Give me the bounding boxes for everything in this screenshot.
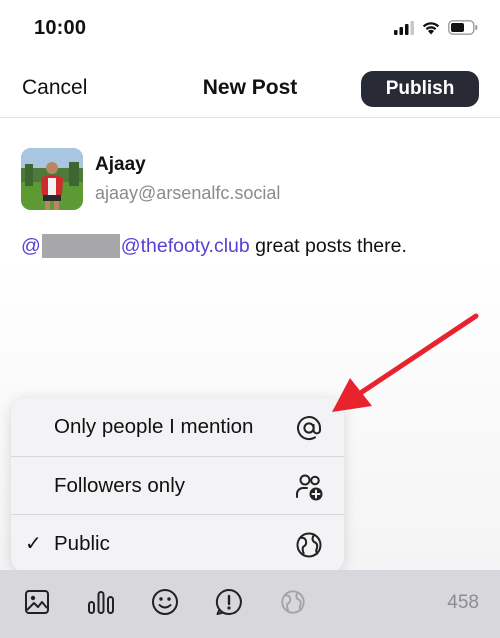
- nav-bar: Cancel New Post Publish: [0, 60, 500, 118]
- compose-toolbar: 458: [0, 570, 500, 638]
- character-count: 458: [447, 592, 479, 613]
- menu-item-public[interactable]: ✓ Public: [11, 514, 344, 572]
- menu-item-only-mentioned[interactable]: Only people I mention: [11, 398, 344, 456]
- redacted-username: [41, 234, 120, 258]
- avatar: [21, 148, 83, 210]
- visibility-menu: Only people I mention Followers only ✓ P…: [11, 398, 344, 572]
- battery-icon: [448, 20, 478, 35]
- status-bar: 10:00: [0, 0, 500, 60]
- publish-button[interactable]: Publish: [361, 71, 479, 107]
- poll-icon[interactable]: [86, 587, 116, 617]
- checkmark-icon: ✓: [25, 533, 42, 555]
- menu-item-followers-only[interactable]: Followers only: [11, 456, 344, 514]
- image-icon[interactable]: [22, 587, 52, 617]
- globe-icon: [296, 532, 322, 558]
- followers-add-icon: [296, 474, 323, 501]
- post-body: great posts there.: [249, 234, 407, 257]
- wifi-icon: [422, 22, 440, 35]
- status-icons: [394, 20, 478, 35]
- menu-item-label: Followers only: [54, 473, 186, 497]
- mention-prefix: @: [21, 234, 41, 257]
- menu-item-label: Only people I mention: [54, 415, 254, 438]
- emoji-icon[interactable]: [150, 587, 180, 617]
- visibility-globe-icon[interactable]: [278, 587, 308, 617]
- mention-domain: @thefooty.club: [120, 234, 250, 257]
- menu-item-label: Public: [54, 531, 110, 555]
- status-time: 10:00: [34, 17, 87, 39]
- post-text[interactable]: @ @thefooty.club great posts there.: [21, 234, 407, 258]
- signal-icon: [394, 20, 414, 35]
- author-handle: ajaay@arsenalfc.social: [95, 183, 281, 203]
- author-name: Ajaay: [95, 154, 146, 175]
- content-warning-icon[interactable]: [214, 587, 244, 617]
- at-icon: [297, 416, 321, 441]
